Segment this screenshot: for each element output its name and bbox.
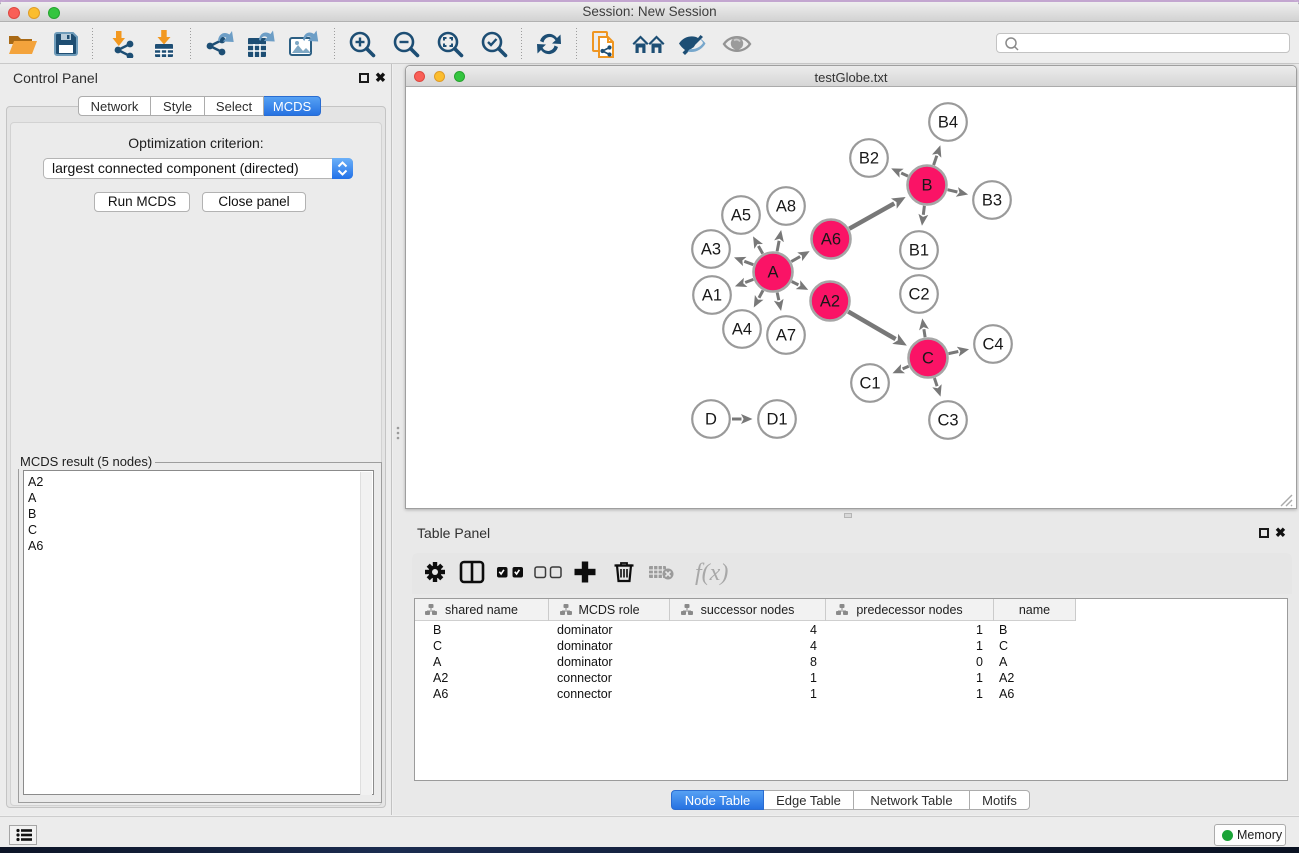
svg-text:C: C [922,350,934,368]
svg-text:B1: B1 [909,242,929,260]
svg-text:B2: B2 [859,150,879,168]
svg-text:B3: B3 [982,192,1002,210]
svg-text:A4: A4 [732,321,752,339]
svg-text:D1: D1 [766,411,787,429]
svg-text:A6: A6 [821,231,841,249]
svg-text:f(x): f(x) [695,560,728,586]
svg-text:A2: A2 [820,293,840,311]
svg-text:A8: A8 [776,198,796,216]
svg-text:A3: A3 [701,241,721,259]
svg-text:A7: A7 [776,327,796,345]
svg-text:A: A [767,264,778,282]
svg-text:C1: C1 [859,375,880,393]
svg-text:A5: A5 [731,207,751,225]
svg-text:B: B [921,177,932,195]
svg-text:C4: C4 [982,336,1003,354]
svg-text:C3: C3 [937,412,958,430]
svg-text:C2: C2 [908,286,929,304]
svg-text:D: D [705,411,717,429]
svg-text:B4: B4 [938,114,958,132]
svg-text:A1: A1 [702,287,722,305]
